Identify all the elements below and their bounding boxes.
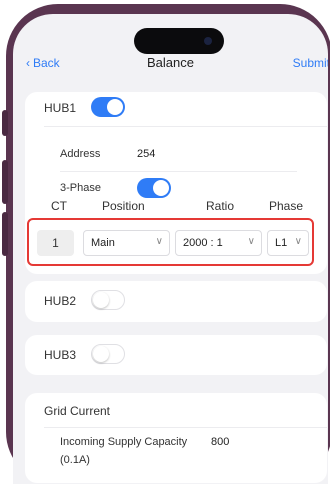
nav-bar: ‹ Back Balance Submit	[13, 52, 328, 82]
ratio-select[interactable]: 2000 : 1 ∨	[175, 230, 262, 256]
hub3-label: HUB3	[44, 348, 77, 362]
phone-side-button	[2, 160, 8, 204]
hub1-toggle[interactable]	[91, 97, 125, 117]
divider	[44, 427, 327, 428]
divider	[60, 171, 297, 172]
hub1-label: HUB1	[44, 101, 77, 115]
submit-button[interactable]: Submit	[293, 56, 328, 70]
phone-side-button	[2, 110, 8, 136]
page-title: Balance	[147, 55, 194, 70]
phase-value: L1	[275, 237, 288, 249]
hub3-toggle[interactable]	[91, 344, 125, 364]
position-value: Main	[91, 237, 115, 249]
address-label: Address	[60, 148, 101, 160]
column-ct: CT	[51, 199, 67, 213]
ratio-value: 2000 : 1	[183, 237, 223, 249]
column-phase: Phase	[269, 199, 304, 213]
phone-side-button	[2, 212, 8, 256]
hub2-card: HUB2	[25, 281, 327, 322]
hub2-toggle[interactable]	[91, 290, 125, 310]
ct-number: 1	[37, 230, 74, 256]
chevron-down-icon: ∨	[155, 236, 163, 247]
three-phase-toggle[interactable]	[137, 178, 171, 198]
phase-select[interactable]: L1 ∨	[267, 230, 309, 256]
address-value: 254	[137, 148, 156, 160]
divider	[44, 126, 327, 127]
chevron-down-icon: ∨	[247, 236, 255, 247]
chevron-down-icon: ∨	[294, 236, 302, 247]
toggle-knob	[107, 99, 123, 115]
three-phase-label: 3-Phase	[60, 182, 101, 194]
column-position: Position	[102, 199, 145, 213]
toggle-knob	[93, 292, 109, 308]
grid-current-card: Grid Current Incoming Supply Capacity 80…	[25, 393, 327, 483]
dynamic-island	[134, 28, 224, 54]
toggle-knob	[93, 346, 109, 362]
hub3-card: HUB3	[25, 335, 327, 375]
supply-capacity-unit: (0.1A)	[60, 454, 90, 466]
grid-current-title: Grid Current	[44, 404, 111, 418]
column-ratio: Ratio	[206, 199, 235, 213]
app-screen: ‹ Back Balance Submit HUB1 Address 254 3…	[13, 14, 328, 484]
toggle-knob	[153, 180, 169, 196]
supply-capacity-value[interactable]: 800	[211, 436, 229, 448]
hub2-label: HUB2	[44, 294, 77, 308]
camera-icon	[204, 37, 212, 45]
position-select[interactable]: Main ∨	[83, 230, 170, 256]
supply-capacity-label: Incoming Supply Capacity	[60, 436, 188, 448]
